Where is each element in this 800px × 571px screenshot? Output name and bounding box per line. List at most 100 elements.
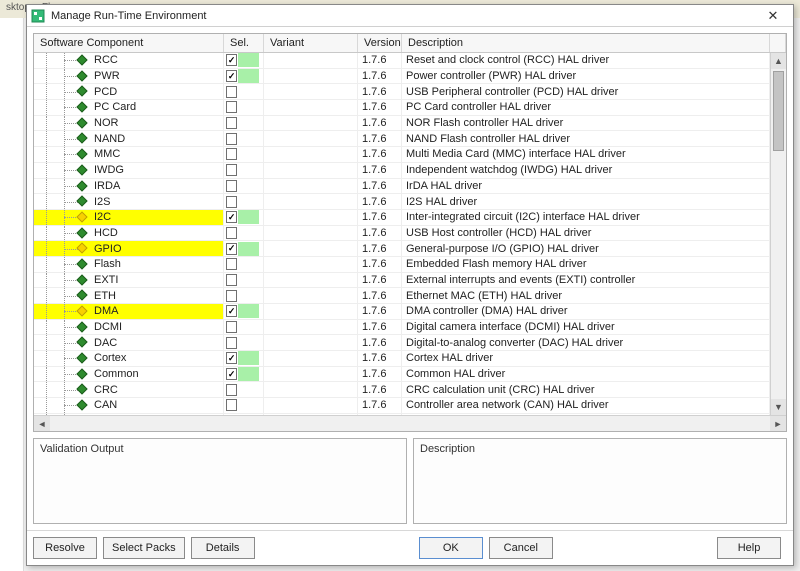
component-cell[interactable]: PWR — [34, 69, 224, 84]
scroll-right-icon[interactable]: ► — [770, 416, 786, 432]
table-row[interactable]: CAN1.7.6Controller area network (CAN) HA… — [34, 398, 770, 414]
sel-checkbox[interactable] — [226, 352, 237, 364]
ok-button[interactable]: OK — [419, 537, 483, 559]
sel-checkbox[interactable] — [226, 101, 237, 113]
sel-checkbox[interactable] — [226, 86, 237, 98]
table-row[interactable]: PWR1.7.6Power controller (PWR) HAL drive… — [34, 69, 770, 85]
component-cell[interactable]: MMC — [34, 147, 224, 162]
sel-checkbox[interactable] — [226, 337, 237, 349]
sel-checkbox[interactable] — [226, 243, 237, 255]
scroll-left-icon[interactable]: ◄ — [34, 416, 50, 432]
sel-checkbox[interactable] — [226, 290, 237, 302]
sel-checkbox[interactable] — [226, 399, 237, 411]
sel-cell[interactable] — [224, 304, 264, 319]
table-row[interactable]: ETH1.7.6Ethernet MAC (ETH) HAL driver — [34, 288, 770, 304]
col-header-description[interactable]: Description — [402, 34, 770, 52]
sel-checkbox[interactable] — [226, 70, 237, 82]
sel-cell[interactable] — [224, 53, 264, 68]
sel-cell[interactable] — [224, 131, 264, 146]
component-cell[interactable]: I2S — [34, 194, 224, 209]
table-row[interactable]: PCD1.7.6USB Peripheral controller (PCD) … — [34, 84, 770, 100]
details-button[interactable]: Details — [191, 537, 255, 559]
table-row[interactable]: DMA1.7.6DMA controller (DMA) HAL driver — [34, 304, 770, 320]
select-packs-button[interactable]: Select Packs — [103, 537, 185, 559]
table-row[interactable]: PC Card1.7.6PC Card controller HAL drive… — [34, 100, 770, 116]
component-cell[interactable]: Flash — [34, 257, 224, 272]
sel-checkbox[interactable] — [226, 180, 237, 192]
col-header-component[interactable]: Software Component — [34, 34, 224, 52]
col-header-sel[interactable]: Sel. — [224, 34, 264, 52]
table-row[interactable]: MMC1.7.6Multi Media Card (MMC) interface… — [34, 147, 770, 163]
sel-checkbox[interactable] — [226, 148, 237, 160]
sel-cell[interactable] — [224, 257, 264, 272]
table-row[interactable]: I2S1.7.6I2S HAL driver — [34, 194, 770, 210]
component-cell[interactable]: IWDG — [34, 163, 224, 178]
component-cell[interactable]: EXTI — [34, 273, 224, 288]
sel-cell[interactable] — [224, 116, 264, 131]
table-row[interactable]: HCD1.7.6USB Host controller (HCD) HAL dr… — [34, 226, 770, 242]
sel-cell[interactable] — [224, 273, 264, 288]
vertical-scrollbar[interactable]: ▲ ▼ — [770, 53, 786, 415]
table-row[interactable]: RCC1.7.6Reset and clock control (RCC) HA… — [34, 53, 770, 69]
sel-cell[interactable] — [224, 335, 264, 350]
table-row[interactable]: Flash1.7.6Embedded Flash memory HAL driv… — [34, 257, 770, 273]
sel-checkbox[interactable] — [226, 196, 237, 208]
table-row[interactable]: DAC1.7.6Digital-to-analog converter (DAC… — [34, 335, 770, 351]
sel-cell[interactable] — [224, 194, 264, 209]
sel-cell[interactable] — [224, 179, 264, 194]
sel-checkbox[interactable] — [226, 305, 237, 317]
component-cell[interactable]: I2C — [34, 210, 224, 225]
component-cell[interactable]: ETH — [34, 288, 224, 303]
sel-cell[interactable] — [224, 320, 264, 335]
scroll-down-icon[interactable]: ▼ — [771, 399, 786, 415]
sel-checkbox[interactable] — [226, 211, 237, 223]
col-header-variant[interactable]: Variant — [264, 34, 358, 52]
scroll-up-icon[interactable]: ▲ — [771, 53, 786, 69]
sel-cell[interactable] — [224, 414, 264, 415]
sel-cell[interactable] — [224, 147, 264, 162]
component-cell[interactable]: IRDA — [34, 179, 224, 194]
table-row[interactable]: CRC1.7.6CRC calculation unit (CRC) HAL d… — [34, 382, 770, 398]
sel-cell[interactable] — [224, 210, 264, 225]
component-cell[interactable]: Common — [34, 367, 224, 382]
sel-checkbox[interactable] — [226, 274, 237, 286]
component-cell[interactable]: CAN — [34, 398, 224, 413]
component-cell[interactable]: PC Card — [34, 100, 224, 115]
table-row[interactable]: ADC1.7.6Analog-to-digital converter (ADC… — [34, 414, 770, 415]
table-row[interactable]: DCMI1.7.6Digital camera interface (DCMI)… — [34, 320, 770, 336]
scroll-thumb[interactable] — [773, 71, 784, 151]
component-cell[interactable]: GPIO — [34, 241, 224, 256]
sel-checkbox[interactable] — [226, 133, 237, 145]
table-row[interactable]: I2C1.7.6Inter-integrated circuit (I2C) i… — [34, 210, 770, 226]
component-cell[interactable]: DMA — [34, 304, 224, 319]
table-row[interactable]: Common1.7.6Common HAL driver — [34, 367, 770, 383]
sel-cell[interactable] — [224, 100, 264, 115]
component-cell[interactable]: HCD — [34, 226, 224, 241]
component-cell[interactable]: DCMI — [34, 320, 224, 335]
table-row[interactable]: NOR1.7.6NOR Flash controller HAL driver — [34, 116, 770, 132]
sel-cell[interactable] — [224, 226, 264, 241]
sel-cell[interactable] — [224, 69, 264, 84]
component-cell[interactable]: ADC — [34, 414, 224, 415]
table-row[interactable]: EXTI1.7.6External interrupts and events … — [34, 273, 770, 289]
sel-checkbox[interactable] — [226, 258, 237, 270]
sel-cell[interactable] — [224, 382, 264, 397]
col-header-version[interactable]: Version — [358, 34, 402, 52]
table-row[interactable]: NAND1.7.6NAND Flash controller HAL drive… — [34, 131, 770, 147]
component-cell[interactable]: NOR — [34, 116, 224, 131]
sel-cell[interactable] — [224, 241, 264, 256]
component-cell[interactable]: PCD — [34, 84, 224, 99]
sel-cell[interactable] — [224, 367, 264, 382]
sel-checkbox[interactable] — [226, 321, 237, 333]
component-cell[interactable]: CRC — [34, 382, 224, 397]
sel-cell[interactable] — [224, 398, 264, 413]
sel-checkbox[interactable] — [226, 384, 237, 396]
component-cell[interactable]: Cortex — [34, 351, 224, 366]
sel-checkbox[interactable] — [226, 164, 237, 176]
table-row[interactable]: IRDA1.7.6IrDA HAL driver — [34, 179, 770, 195]
component-cell[interactable]: NAND — [34, 131, 224, 146]
sel-checkbox[interactable] — [226, 54, 237, 66]
sel-checkbox[interactable] — [226, 227, 237, 239]
table-row[interactable]: Cortex1.7.6Cortex HAL driver — [34, 351, 770, 367]
sel-checkbox[interactable] — [226, 368, 237, 380]
